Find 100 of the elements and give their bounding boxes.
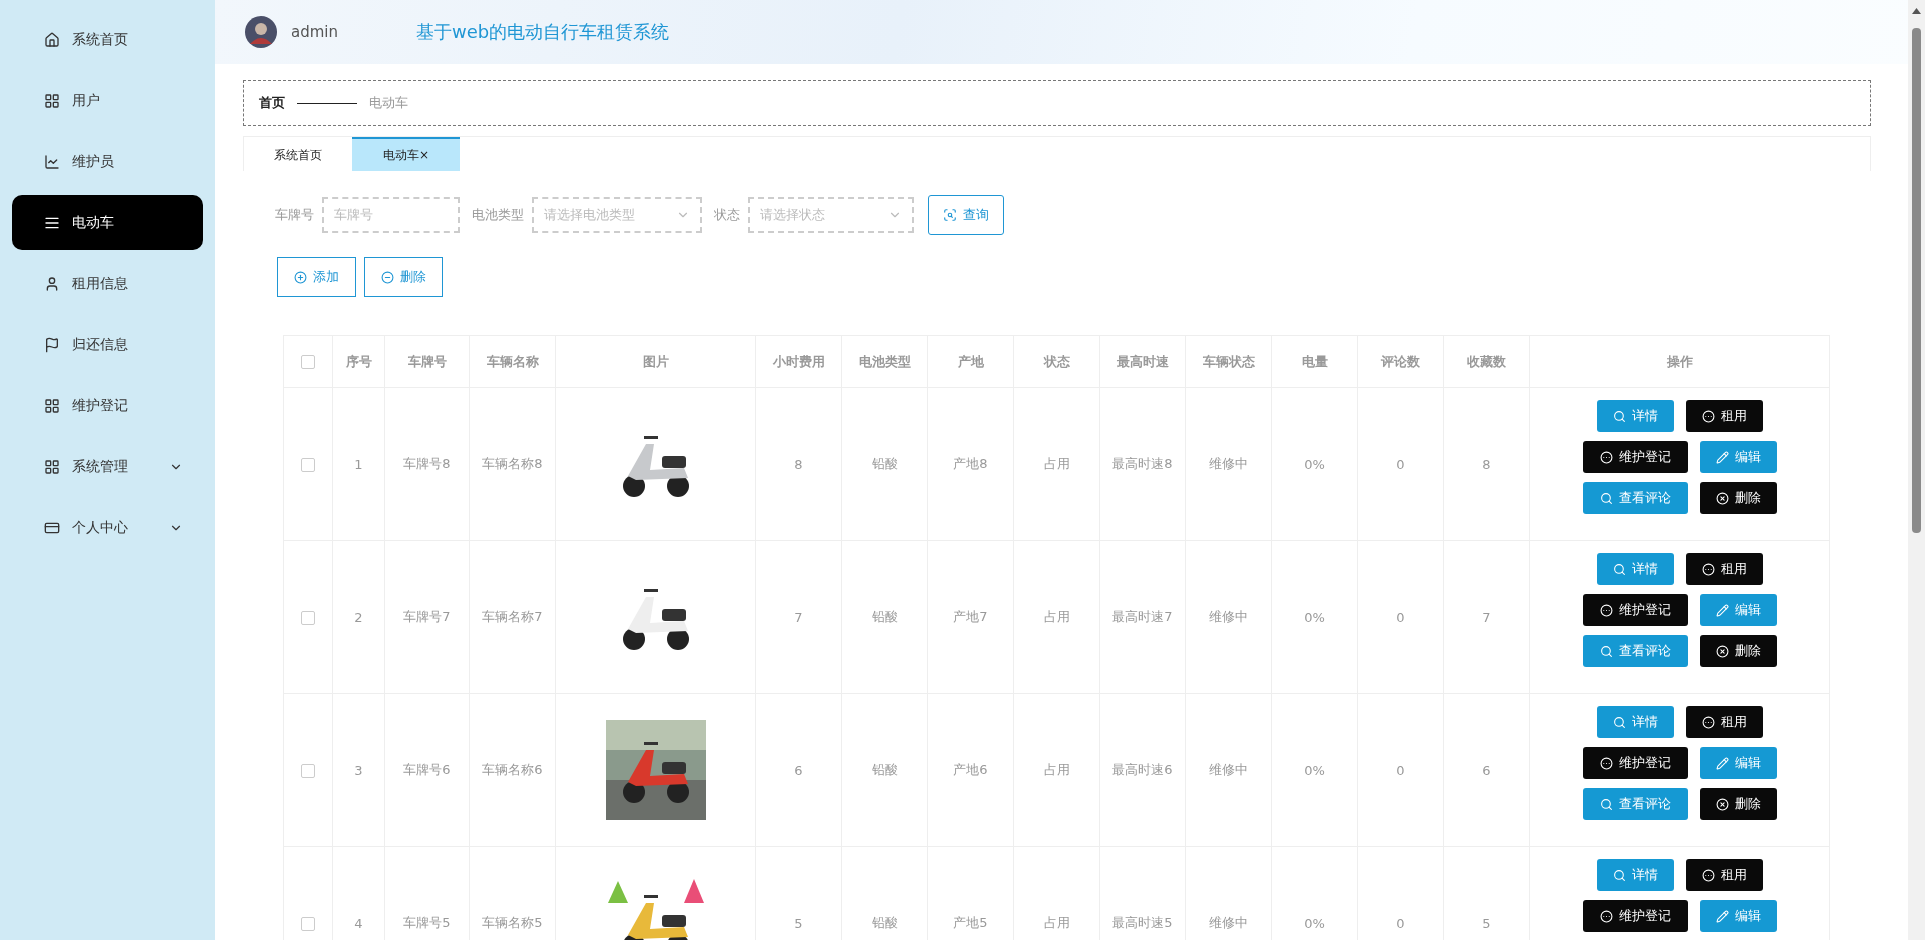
grid-icon xyxy=(44,92,60,109)
action-button[interactable]: 维护登记 xyxy=(1582,747,1688,779)
table-cell: 占用 xyxy=(1013,540,1100,694)
table-cell: 8 xyxy=(1443,387,1530,541)
sidebar-item[interactable]: 维护员 xyxy=(12,134,203,189)
breadcrumb-link[interactable]: 首页 xyxy=(259,94,285,112)
table-cell: 产地6 xyxy=(927,693,1014,847)
sidebar-item[interactable]: 维护登记 xyxy=(12,378,203,433)
table-cell: 最高时速7 xyxy=(1099,540,1186,694)
column-header: 序号 xyxy=(332,335,385,388)
action-button[interactable]: 删除 xyxy=(1699,635,1777,667)
minus-icon xyxy=(381,270,394,284)
table-cell: 0 xyxy=(1357,693,1444,847)
table-cell: 8 xyxy=(755,387,842,541)
table-cell: 铅酸 xyxy=(841,387,928,541)
person-icon xyxy=(44,275,60,292)
sidebar-item[interactable]: 用户 xyxy=(12,73,203,128)
pencil-icon xyxy=(1715,756,1729,770)
column-header: 车牌号 xyxy=(384,335,470,388)
scrollbar[interactable] xyxy=(1908,0,1925,940)
column-header: 小时费用 xyxy=(755,335,842,388)
search-icon xyxy=(1599,797,1613,811)
avatar-icon xyxy=(245,16,277,48)
sidebar-item[interactable]: 系统首页 xyxy=(12,12,203,67)
system-title: 基于web的电动自行车租赁系统 xyxy=(416,20,670,44)
column-header: 评论数 xyxy=(1357,335,1444,388)
ellipsis-icon xyxy=(1599,450,1613,464)
action-button[interactable]: 租用 xyxy=(1685,400,1763,432)
action-button[interactable]: 维护登记 xyxy=(1582,900,1688,932)
search-icon xyxy=(1612,562,1626,576)
table-cell: 占用 xyxy=(1013,387,1100,541)
table-cell: 产地7 xyxy=(927,540,1014,694)
sidebar-item[interactable]: 电动车 xyxy=(12,195,203,250)
filter-label: 车牌号 xyxy=(275,206,314,224)
table-cell: 铅酸 xyxy=(841,693,928,847)
table-cell: 车辆名称8 xyxy=(469,387,556,541)
checkbox[interactable] xyxy=(301,916,315,931)
table-cell: 7 xyxy=(755,540,842,694)
action-button[interactable]: 维护登记 xyxy=(1582,441,1688,473)
checkbox[interactable] xyxy=(301,610,315,625)
table-cell: 产地8 xyxy=(927,387,1014,541)
sidebar-item[interactable]: 系统管理 xyxy=(12,439,203,494)
table-cell: 3 xyxy=(332,693,385,847)
search-icon xyxy=(1612,868,1626,882)
table-cell: 6 xyxy=(1443,693,1530,847)
action-button[interactable]: 维护登记 xyxy=(1582,594,1688,626)
table-cell: 车牌号6 xyxy=(384,693,470,847)
tab[interactable]: 电动车× xyxy=(352,137,460,171)
column-header: 状态 xyxy=(1013,335,1100,388)
action-button[interactable]: 租用 xyxy=(1685,553,1763,585)
column-header: 收藏数 xyxy=(1443,335,1530,388)
action-button[interactable]: 删除 xyxy=(1699,482,1777,514)
action-button[interactable]: 租用 xyxy=(1685,859,1763,891)
table-cell: 车辆名称7 xyxy=(469,540,556,694)
ellipsis-icon xyxy=(1599,909,1613,923)
table-cell: 车牌号7 xyxy=(384,540,470,694)
column-header: 电池类型 xyxy=(841,335,928,388)
sidebar-item[interactable]: 租用信息 xyxy=(12,256,203,311)
ellipsis-icon xyxy=(1701,868,1715,882)
table-cell: 最高时速8 xyxy=(1099,387,1186,541)
add-button[interactable]: 添加 xyxy=(277,257,356,297)
table-cell: 0% xyxy=(1271,387,1358,541)
ellipsis-icon xyxy=(1701,562,1715,576)
close-icon xyxy=(1715,491,1729,505)
sidebar-item[interactable]: 归还信息 xyxy=(12,317,203,372)
checkbox[interactable] xyxy=(301,457,315,472)
sidebar-item[interactable]: 个人中心 xyxy=(12,500,203,555)
table-cell: 车辆名称6 xyxy=(469,693,556,847)
grid-icon xyxy=(44,397,60,414)
table-cell: 车牌号8 xyxy=(384,387,470,541)
pencil-icon xyxy=(1715,450,1729,464)
user-name: admin xyxy=(291,23,338,41)
table-cell: 0 xyxy=(1357,387,1444,541)
table-cell: 2 xyxy=(332,540,385,694)
delete-button[interactable]: 删除 xyxy=(364,257,443,297)
chart-icon xyxy=(44,153,60,170)
flag-icon xyxy=(44,336,60,353)
table-cell: 维修中 xyxy=(1185,540,1272,694)
action-button[interactable]: 删除 xyxy=(1699,788,1777,820)
column-header: 操作 xyxy=(1529,335,1830,388)
column-header: 图片 xyxy=(555,335,756,388)
ellipsis-icon xyxy=(1599,756,1613,770)
search-icon xyxy=(1612,715,1626,729)
close-icon xyxy=(1715,644,1729,658)
checkbox[interactable] xyxy=(301,355,315,370)
column-header: 车辆名称 xyxy=(469,335,556,388)
checkbox[interactable] xyxy=(301,763,315,778)
breadcrumb-current: 电动车 xyxy=(369,94,408,112)
table-cell: 1 xyxy=(332,387,385,541)
filter-label: 电池类型 xyxy=(472,206,524,224)
action-button[interactable]: 租用 xyxy=(1685,706,1763,738)
table-cell: 6 xyxy=(755,693,842,847)
search-icon xyxy=(1599,644,1613,658)
table-cell: 最高时速6 xyxy=(1099,693,1186,847)
column-header: 最高时速 xyxy=(1099,335,1186,388)
column-header: 车辆状态 xyxy=(1185,335,1272,388)
plus-icon xyxy=(294,270,307,284)
search-icon xyxy=(943,208,957,222)
pencil-icon xyxy=(1715,603,1729,617)
close-icon xyxy=(1715,797,1729,811)
